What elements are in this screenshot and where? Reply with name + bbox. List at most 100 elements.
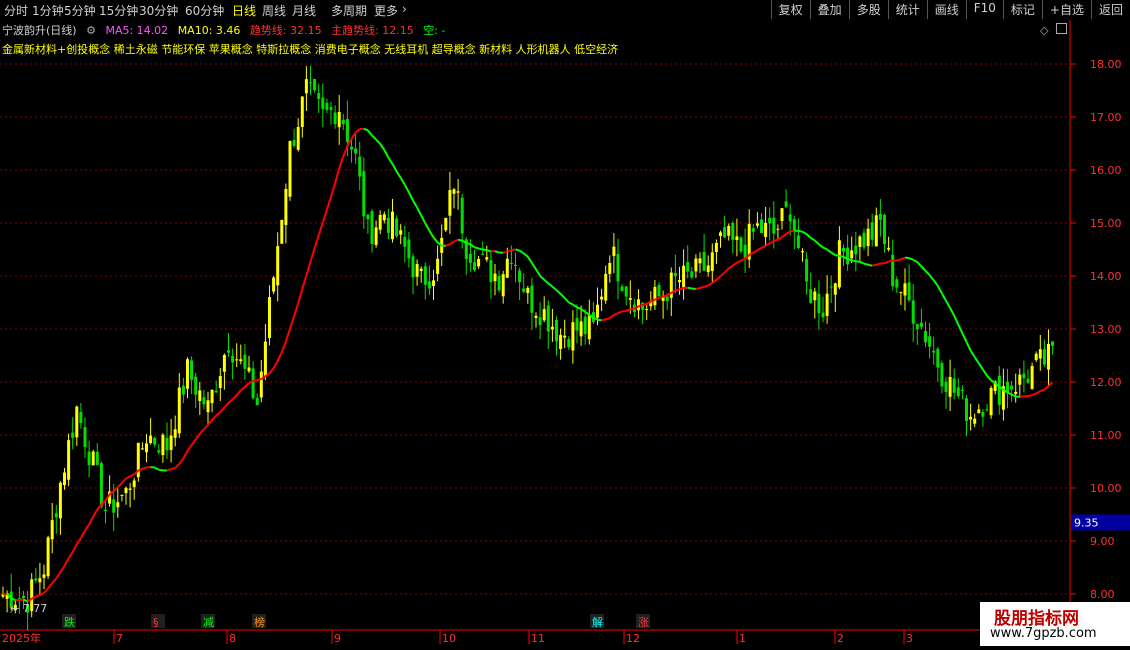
- candle-body: [825, 293, 829, 316]
- toolbar-button-1[interactable]: 叠加: [809, 0, 849, 19]
- candle-body: [99, 463, 103, 507]
- ma-trend-segment: [325, 196, 332, 210]
- ma-trend-segment: [231, 394, 238, 400]
- ma-trend-segment: [847, 257, 853, 262]
- timeframe-tab-0[interactable]: 分时: [4, 2, 28, 19]
- candle-body: [382, 214, 386, 221]
- ma-trend-segment: [92, 508, 99, 517]
- toolbar-button-6[interactable]: 标记: [1002, 0, 1042, 19]
- candle-body: [362, 171, 366, 217]
- toolbar-button-8[interactable]: 返回: [1090, 0, 1130, 19]
- candle-body: [739, 237, 743, 252]
- current-price-label: 9.35: [1074, 516, 1099, 529]
- candle-body: [173, 429, 177, 438]
- candle-body: [321, 97, 325, 110]
- timeframe-tab-6[interactable]: 日线: [232, 2, 256, 19]
- ma-trend-segment: [240, 386, 246, 392]
- ma-trend-segment: [539, 275, 545, 281]
- x-tick-label: 2025年: [2, 631, 41, 645]
- ma-trend-segment: [872, 263, 877, 267]
- candle-body: [915, 324, 919, 330]
- candle-body: [313, 78, 317, 91]
- candlestick-chart: 8.00 9.00 10.00 11.00 12.00 13.00 14.00 15.00 16…: [0, 20, 1130, 645]
- ma-trend-segment: [535, 268, 541, 277]
- candle-body: [620, 286, 624, 292]
- candle-body: [542, 309, 546, 321]
- toolbar-button-3[interactable]: 统计: [887, 0, 927, 19]
- diamond-icon[interactable]: ◇: [1040, 24, 1048, 37]
- candle-body: [87, 451, 91, 466]
- candle-body: [981, 411, 985, 417]
- candle-body: [874, 215, 878, 247]
- candle-body: [329, 107, 333, 110]
- right-button-group: 复权 叠加 多股 统计 画线 F10 标记 +自选 返回: [770, 0, 1130, 20]
- signal-label: 减: [203, 616, 214, 629]
- ma-trend-segment: [511, 248, 516, 252]
- candle-body: [538, 317, 542, 325]
- ma-trend-segment: [457, 238, 463, 242]
- main-trend-value: 主趋势线: 12.15: [331, 24, 414, 37]
- ma-trend-segment: [474, 246, 479, 250]
- candle-body: [1051, 341, 1055, 346]
- ma-trend-segment: [986, 375, 992, 381]
- candle-body: [1010, 385, 1014, 390]
- watermark-url: www.7gpzb.com: [990, 626, 1097, 641]
- candle-body: [358, 156, 362, 177]
- square-icon[interactable]: [1056, 23, 1067, 34]
- ma-trend-segment: [835, 254, 840, 257]
- candle-body: [128, 488, 132, 490]
- ma-trend-segment: [679, 286, 684, 291]
- candle-body: [965, 398, 968, 422]
- candle-body: [952, 378, 956, 393]
- ma-trend-segment: [1007, 391, 1013, 396]
- candle-body: [75, 406, 79, 438]
- candle-body: [960, 389, 964, 391]
- y-tick-label: 12.00: [1090, 376, 1122, 389]
- ma-trend-segment: [190, 438, 197, 446]
- candle-body: [612, 246, 616, 256]
- signal-label: 跌: [64, 615, 75, 629]
- candle-body: [481, 253, 485, 255]
- timeframe-tab-10[interactable]: 更多: [374, 2, 398, 19]
- timeframe-tab-5[interactable]: 60分钟: [185, 2, 224, 19]
- ma-trend-segment: [1039, 388, 1045, 393]
- ma-trend-segment: [896, 258, 902, 262]
- settings-icon[interactable]: ⚙: [86, 24, 96, 37]
- candle-body: [702, 251, 706, 271]
- candle-body: [899, 291, 903, 293]
- candle-body: [628, 298, 632, 300]
- ma-trend-segment: [154, 466, 160, 471]
- candle-body: [280, 219, 284, 244]
- stock-title[interactable]: 宁波韵升(日线): [2, 24, 77, 37]
- toolbar-button-4[interactable]: 画线: [926, 0, 966, 19]
- ma-trend-segment: [568, 301, 574, 306]
- ma-trend-segment: [47, 582, 53, 589]
- candle-body: [239, 359, 243, 362]
- ma-trend-segment: [321, 209, 328, 223]
- toolbar-button-2[interactable]: 多股: [848, 0, 888, 19]
- candle-body: [645, 309, 649, 311]
- candle-body: [112, 499, 116, 513]
- timeframe-tab-9[interactable]: 多周期: [331, 2, 367, 19]
- timeframe-tab-7[interactable]: 周线: [262, 2, 286, 19]
- candle-body: [563, 335, 567, 338]
- timeframe-tab-8[interactable]: 月线: [292, 2, 316, 19]
- timeframe-tab-2[interactable]: 5分钟: [64, 2, 96, 19]
- candle-body: [227, 350, 230, 353]
- candle-body: [710, 252, 714, 272]
- toolbar-button-5[interactable]: F10: [965, 0, 1003, 19]
- toolbar-button-0[interactable]: 复权: [770, 0, 810, 19]
- ma-trend-segment: [482, 248, 487, 252]
- candle-body: [526, 287, 530, 294]
- ma-trend-segment: [428, 230, 435, 238]
- ma-trend-segment: [51, 577, 58, 584]
- timeframe-tab-1[interactable]: 1分钟: [32, 2, 64, 19]
- timeframe-tab-4[interactable]: 30分钟: [139, 2, 178, 19]
- candle-body: [776, 228, 780, 230]
- ma-trend-segment: [408, 191, 414, 202]
- ma-trend-segment: [563, 297, 570, 304]
- toolbar-button-7[interactable]: +自选: [1041, 0, 1091, 19]
- timeframe-tab-3[interactable]: 15分钟: [99, 2, 138, 19]
- ma-trend-segment: [711, 278, 718, 284]
- more-chevron-icon[interactable]: ›: [402, 2, 407, 16]
